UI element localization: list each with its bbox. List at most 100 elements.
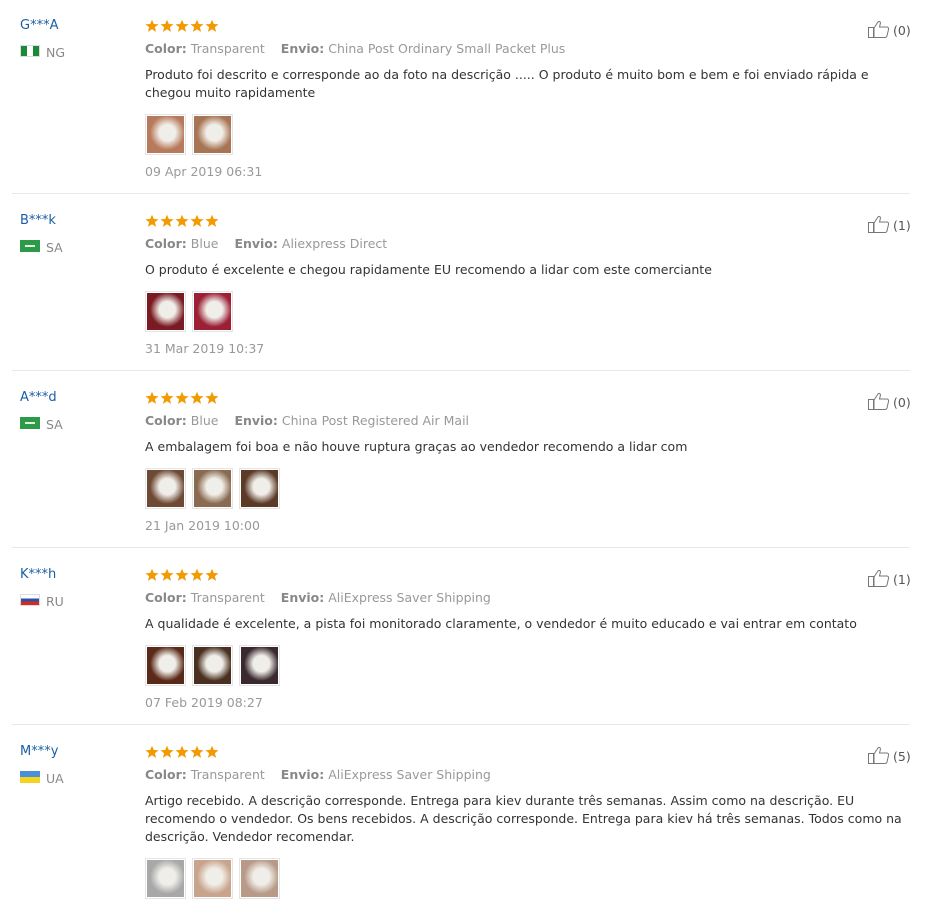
review-divider (12, 724, 910, 725)
star-icon (145, 745, 159, 759)
sa-flag-icon (20, 417, 46, 432)
review-meta: Color: Blue Envio: Aliexpress Direct (145, 236, 399, 251)
review-text: A qualidade é excelente, a pista foi mon… (145, 616, 857, 631)
color-value: Transparent (190, 767, 265, 782)
helpful-button[interactable]: (5) (868, 746, 911, 767)
reviewer-country: SA (20, 417, 63, 432)
review-photo-thumbnail[interactable] (145, 858, 186, 899)
star-icon (160, 391, 174, 405)
review-text: Artigo recebido. A descrição corresponde… (145, 793, 902, 844)
star-icon (160, 568, 174, 582)
star-icon (175, 214, 189, 228)
shipping-value: China Post Registered Air Mail (281, 413, 470, 428)
helpful-count: (0) (893, 395, 911, 410)
helpful-count: (1) (893, 572, 911, 587)
star-icon (175, 19, 189, 33)
helpful-button[interactable]: (0) (868, 392, 911, 413)
ng-flag-icon (20, 45, 46, 60)
shipping-label: Envio: (280, 41, 325, 56)
review-photos (145, 468, 280, 509)
review-photos (145, 114, 233, 155)
color-label: Color: (145, 590, 187, 605)
country-code: SA (46, 417, 63, 432)
star-rating (145, 391, 219, 405)
star-icon (145, 568, 159, 582)
review-date: 07 Feb 2019 08:27 (145, 695, 263, 710)
country-code: UA (46, 771, 64, 786)
review-photo-thumbnail[interactable] (145, 645, 186, 686)
reviewer-name[interactable]: K***h (20, 567, 56, 582)
review-meta: Color: Transparent Envio: AliExpress Sav… (145, 590, 503, 605)
star-icon (175, 391, 189, 405)
review-photo-thumbnail[interactable] (145, 114, 186, 155)
review-photo-thumbnail[interactable] (192, 114, 233, 155)
review-divider (12, 547, 910, 548)
star-icon (190, 214, 204, 228)
thumbs-up-icon[interactable] (868, 746, 893, 767)
review-photo-thumbnail[interactable] (239, 858, 280, 899)
color-label: Color: (145, 41, 187, 56)
country-code: RU (46, 594, 64, 609)
review-meta: Color: Transparent Envio: China Post Ord… (145, 41, 577, 56)
star-icon (175, 745, 189, 759)
helpful-count: (1) (893, 218, 911, 233)
star-icon (205, 19, 219, 33)
review-photo-thumbnail[interactable] (145, 291, 186, 332)
shipping-value: China Post Ordinary Small Packet Plus (328, 41, 566, 56)
thumbs-up-icon[interactable] (868, 392, 893, 413)
star-rating (145, 568, 219, 582)
star-icon (205, 214, 219, 228)
shipping-label: Envio: (280, 590, 325, 605)
review-divider (12, 193, 910, 194)
star-icon (205, 745, 219, 759)
shipping-label: Envio: (234, 413, 278, 428)
color-value: Transparent (190, 41, 265, 56)
ua-flag-icon (20, 771, 46, 786)
review-meta: Color: Blue Envio: China Post Registered… (145, 413, 481, 428)
review-photo-thumbnail[interactable] (192, 291, 233, 332)
reviewer-name[interactable]: A***d (20, 390, 57, 405)
review-photos (145, 645, 280, 686)
country-code: NG (46, 45, 66, 60)
review-photo-thumbnail[interactable] (192, 468, 233, 509)
reviewer-country: SA (20, 240, 63, 255)
review-date: 09 Apr 2019 06:31 (145, 164, 263, 179)
star-icon (205, 568, 219, 582)
reviewer-name[interactable]: G***A (20, 18, 58, 33)
reviewer-country: NG (20, 45, 65, 60)
review-photos (145, 858, 280, 899)
color-value: Transparent (190, 590, 265, 605)
thumbs-up-icon[interactable] (868, 215, 893, 236)
shipping-value: AliExpress Saver Shipping (328, 767, 491, 782)
review-photo-thumbnail[interactable] (239, 645, 280, 686)
star-rating (145, 745, 219, 759)
review-date: 21 Jan 2019 10:00 (145, 518, 260, 533)
star-icon (205, 391, 219, 405)
sa-flag-icon (20, 240, 46, 255)
review-photo-thumbnail[interactable] (239, 468, 280, 509)
thumbs-up-icon[interactable] (868, 569, 893, 590)
star-icon (145, 19, 159, 33)
ru-flag-icon (20, 594, 46, 609)
star-icon (190, 19, 204, 33)
review-photo-thumbnail[interactable] (145, 468, 186, 509)
shipping-label: Envio: (280, 767, 325, 782)
color-label: Color: (145, 413, 187, 428)
review-date: 31 Mar 2019 10:37 (145, 341, 265, 356)
shipping-label: Envio: (234, 236, 278, 251)
helpful-button[interactable]: (0) (868, 20, 911, 41)
helpful-button[interactable]: (1) (868, 569, 911, 590)
reviewer-name[interactable]: M***y (20, 744, 58, 759)
star-icon (145, 391, 159, 405)
thumbs-up-icon[interactable] (868, 20, 893, 41)
reviewer-name[interactable]: B***k (20, 213, 56, 228)
reviewer-country: RU (20, 594, 64, 609)
review-photo-thumbnail[interactable] (192, 858, 233, 899)
review-text: A embalagem foi boa e não houve ruptura … (145, 439, 688, 454)
review-photo-thumbnail[interactable] (192, 645, 233, 686)
star-icon (175, 568, 189, 582)
helpful-button[interactable]: (1) (868, 215, 911, 236)
helpful-count: (5) (893, 749, 911, 764)
review-text: Produto foi descrito e corresponde ao da… (145, 67, 869, 100)
review-divider (12, 370, 910, 371)
